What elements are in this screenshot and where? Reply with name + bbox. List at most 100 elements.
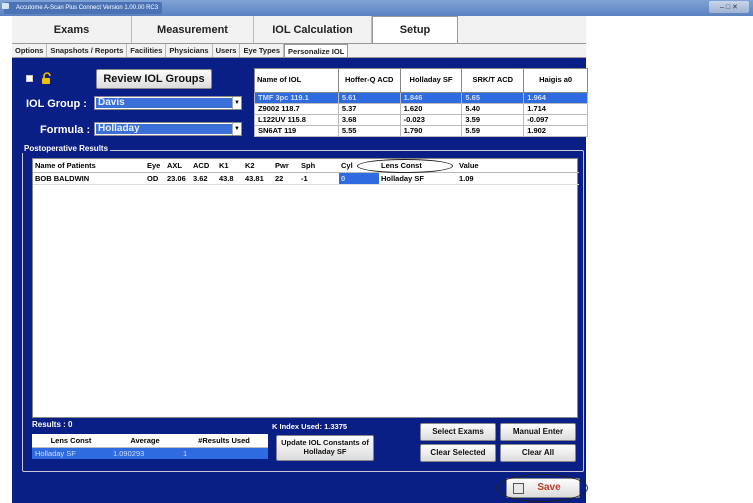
subtab-facilities[interactable]: Facilities	[127, 44, 167, 57]
iol-cell: 5.37	[337, 103, 401, 115]
iol-col-haigis: Haigis a0	[523, 68, 588, 93]
iol-cell: 1.964	[523, 92, 588, 104]
postop-results-title: Postoperative Results	[22, 144, 111, 153]
subtab-snapshots-reports[interactable]: Snapshots / Reports	[47, 44, 128, 57]
col-eye: Eye	[145, 159, 165, 173]
cell-value: 1.09	[457, 172, 579, 185]
col-value: Value	[457, 159, 579, 173]
iol-cell: 1.620	[399, 103, 463, 115]
cell-pwr: 22	[273, 172, 299, 185]
subtab-physicians[interactable]: Physicians	[166, 44, 213, 57]
iol-cell: 5.59	[461, 125, 525, 137]
cell-acd: 3.62	[191, 172, 217, 185]
iol-cell: 5.55	[337, 125, 401, 137]
subtab-users[interactable]: Users	[213, 44, 241, 57]
iol-col-holladay: Holladay SF	[399, 68, 463, 93]
iol-row[interactable]: TMF 3pc 119.1 5.61 1.846 5.65 1.964	[254, 92, 588, 104]
manual-enter-button[interactable]: Manual Enter	[500, 423, 576, 441]
chevron-down-icon[interactable]: ▼	[232, 97, 241, 109]
col-patient: Name of Patients	[33, 159, 145, 173]
k-index-label: K Index Used: 1.3375	[272, 422, 348, 431]
subtab-options[interactable]: Options	[12, 44, 48, 57]
iol-cell: 5.65	[461, 92, 525, 104]
col-k2: K2	[243, 159, 273, 173]
app-window: Accutome A-Scan Plus Connect Version 1.0…	[0, 0, 753, 503]
window-controls[interactable]: – □ ✕	[709, 1, 749, 13]
personalize-iol-panel: Review IOL Groups IOL Group : Davis ▼ Fo…	[12, 58, 588, 503]
iol-row[interactable]: SN6AT 119 5.55 1.790 5.59 1.902	[254, 125, 588, 137]
select-exams-button[interactable]: Select Exams	[420, 423, 496, 441]
iol-table-header: Name of IOL Hoffer-Q ACD Holladay SF SRK…	[254, 68, 588, 93]
iol-row[interactable]: L122UV 115.8 3.68 -0.023 3.59 -0.097	[254, 114, 588, 126]
save-highlight-oval	[496, 474, 588, 502]
iol-cell: L122UV 115.8	[254, 114, 339, 126]
clear-all-button[interactable]: Clear All	[500, 444, 576, 462]
table-row[interactable]: Holladay SF 1.090293 1	[32, 447, 268, 459]
app-icon	[2, 3, 9, 9]
window-title: Accutome A-Scan Plus Connect Version 1.0…	[4, 2, 163, 14]
iol-cell: -0.023	[399, 114, 463, 126]
formula-select[interactable]: Holladay ▼	[94, 122, 242, 136]
col-axl: AXL	[165, 159, 191, 173]
main-tabs: Exams Measurement IOL Calculation Setup	[12, 16, 586, 44]
iol-cell: 1.902	[523, 125, 588, 137]
cell-cyl[interactable]: 0	[339, 172, 379, 185]
col-sph: Sph	[299, 159, 339, 173]
results-average-table: Lens Const Average #Results Used Hollada…	[32, 434, 268, 459]
table-row[interactable]: BOB BALDWIN OD 23.06 3.62 43.8 43.81 22 …	[33, 172, 579, 185]
lock-checkbox[interactable]	[26, 74, 33, 82]
col-lens-const: Lens Const	[32, 434, 110, 448]
iol-cell: 3.68	[337, 114, 401, 126]
iol-cell: -0.097	[523, 114, 588, 126]
cell-lens-const: Holladay SF	[379, 172, 457, 185]
postop-results-table: Name of Patients Eye AXL ACD K1 K2 Pwr S…	[33, 159, 579, 185]
subtab-personalize-iol[interactable]: Personalize IOL	[284, 44, 349, 57]
postop-header: Name of Patients Eye AXL ACD K1 K2 Pwr S…	[33, 159, 579, 173]
iol-group-value: Davis	[96, 98, 232, 108]
col-pwr: Pwr	[273, 159, 299, 173]
sph-cyl-highlight-oval	[357, 159, 453, 173]
tab-measurement[interactable]: Measurement	[132, 16, 254, 43]
iol-cell: 1.790	[399, 125, 463, 137]
cell-patient: BOB BALDWIN	[33, 172, 145, 185]
col-average: Average	[110, 434, 180, 448]
sub-tabs: Options Snapshots / Reports Facilities P…	[12, 44, 586, 58]
cell-k1: 43.8	[217, 172, 243, 185]
results-header: Lens Const Average #Results Used	[32, 434, 268, 448]
cell-k2: 43.81	[243, 172, 273, 185]
iol-cell: TMF 3pc 119.1	[254, 92, 339, 104]
clear-selected-button[interactable]: Clear Selected	[420, 444, 496, 462]
cell-eye: OD	[145, 172, 165, 185]
postop-results-list[interactable]: Name of Patients Eye AXL ACD K1 K2 Pwr S…	[32, 158, 579, 418]
lock-row	[26, 72, 53, 84]
col-acd: ACD	[191, 159, 217, 173]
subtab-eye-types[interactable]: Eye Types	[240, 44, 285, 57]
col-k1: K1	[217, 159, 243, 173]
iol-group-select[interactable]: Davis ▼	[94, 96, 242, 110]
iol-cell: SN6AT 119	[254, 125, 339, 137]
update-iol-constants-button[interactable]: Update IOL Constants of Holladay SF	[276, 435, 374, 461]
iol-col-hofferq: Hoffer-Q ACD	[337, 68, 401, 93]
cell-sph[interactable]: -1	[299, 172, 339, 185]
iol-row[interactable]: Z9002 118.7 5.37 1.620 5.40 1.714	[254, 103, 588, 115]
tab-exams[interactable]: Exams	[12, 16, 132, 43]
chevron-down-icon[interactable]: ▼	[232, 123, 241, 135]
iol-col-name: Name of IOL	[254, 68, 339, 93]
tab-iol-calculation[interactable]: IOL Calculation	[254, 16, 372, 43]
lock-icon[interactable]	[41, 72, 53, 84]
results-count: Results : 0	[32, 420, 73, 429]
cell-lens-const: Holladay SF	[32, 447, 110, 459]
iol-cell: 1.714	[523, 103, 588, 115]
tab-setup[interactable]: Setup	[372, 16, 458, 43]
iol-group-label: IOL Group :	[26, 98, 87, 110]
title-bar: Accutome A-Scan Plus Connect Version 1.0…	[0, 0, 753, 16]
formula-value: Holladay	[96, 124, 232, 134]
iol-cell: Z9002 118.7	[254, 103, 339, 115]
iol-cell: 3.59	[461, 114, 525, 126]
iol-cell: 1.846	[399, 92, 463, 104]
cell-results-used: 1	[180, 447, 268, 459]
review-iol-groups-button[interactable]: Review IOL Groups	[96, 69, 212, 89]
iol-col-srkt: SRK/T ACD	[461, 68, 525, 93]
formula-label: Formula :	[40, 124, 91, 136]
cell-average: 1.090293	[110, 447, 180, 459]
